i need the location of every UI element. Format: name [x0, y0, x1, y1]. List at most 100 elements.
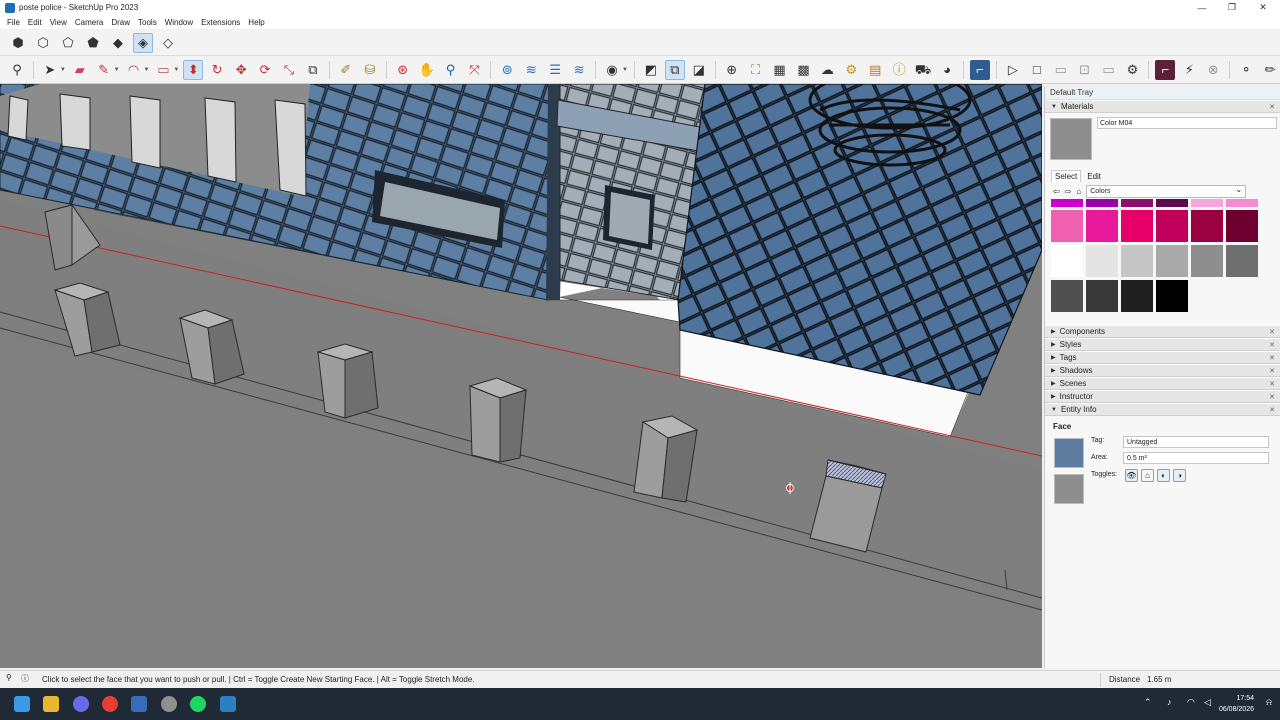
color-swatch[interactable]	[1086, 245, 1118, 277]
close-panel-icon[interactable]: ✕	[1269, 393, 1275, 401]
close-panel-icon[interactable]: ✕	[1269, 341, 1275, 349]
push-pull-icon[interactable]: ⬍	[183, 59, 204, 80]
cancel-circle-icon[interactable]: ⊗	[1203, 60, 1223, 80]
color-swatch[interactable]	[1226, 199, 1258, 207]
back-face-material-swatch[interactable]	[1054, 474, 1084, 504]
color-swatch[interactable]	[1191, 199, 1223, 207]
tab-select[interactable]: Select	[1051, 170, 1082, 182]
account-dropdown-icon[interactable]: ▼	[622, 67, 628, 73]
line-tool-icon[interactable]: ✎	[94, 60, 114, 80]
color-swatch[interactable]	[1156, 199, 1188, 207]
chevron-up-icon[interactable]: ⌃	[1144, 697, 1152, 708]
follow-me-icon[interactable]: ↻	[207, 60, 227, 80]
zoom-icon[interactable]: ⚲	[441, 60, 461, 80]
color-swatch[interactable]	[1121, 245, 1153, 277]
back-arrow-icon[interactable]: ⇦	[1053, 187, 1060, 196]
model-viewport[interactable]	[0, 84, 1042, 668]
extension-manager-icon[interactable]: ⚙	[841, 60, 861, 80]
app-icon[interactable]	[161, 696, 177, 712]
profile-builder-icon[interactable]: ⌐	[1155, 59, 1176, 80]
select-dropdown-icon[interactable]: ▼	[60, 67, 66, 73]
pencil-icon[interactable]: ✏	[1260, 60, 1280, 80]
lightbulb-icon[interactable]: ⚬	[1236, 60, 1256, 80]
color-swatch[interactable]	[1121, 210, 1153, 242]
shadows-panel-header[interactable]: ▶ Shadows ✕	[1045, 364, 1280, 377]
cloud-icon[interactable]: ☁	[817, 60, 837, 80]
color-swatch[interactable]	[1191, 245, 1223, 277]
color-swatch[interactable]	[1086, 210, 1118, 242]
color-swatch[interactable]	[1051, 280, 1083, 312]
components-panel-header[interactable]: ▶ Components ✕	[1045, 325, 1280, 338]
minimize-button[interactable]: —	[1186, 0, 1218, 15]
close-panel-icon[interactable]: ✕	[1269, 354, 1275, 362]
video-icon[interactable]: ▭	[1099, 60, 1119, 80]
color-swatch[interactable]	[1051, 245, 1083, 277]
eraser-icon[interactable]: ▰	[70, 60, 90, 80]
bottom-view-icon[interactable]: ◇	[158, 33, 178, 53]
camera-icon[interactable]: ⊡	[1075, 60, 1095, 80]
top-view-icon[interactable]: ⬡	[33, 33, 53, 53]
user-profile-icon[interactable]: ◕	[937, 60, 957, 80]
color-swatch[interactable]	[1051, 199, 1083, 207]
app-icon[interactable]	[131, 696, 147, 712]
tab-edit[interactable]: Edit	[1087, 172, 1101, 181]
front-face-material-swatch[interactable]	[1054, 438, 1084, 468]
zoom-extents-icon[interactable]: ⤧	[465, 60, 485, 80]
material-name-field[interactable]: Color M04	[1097, 117, 1277, 129]
color-swatch[interactable]	[1086, 280, 1118, 312]
tag-select[interactable]: Untagged	[1123, 436, 1269, 448]
entity-info-panel-header[interactable]: ▼ Entity Info ✕	[1045, 403, 1280, 416]
cast-shadows-toggle-icon[interactable]: ◐	[1157, 469, 1170, 482]
shape-dropdown-icon[interactable]: ▼	[173, 67, 179, 73]
stop-icon[interactable]: □	[1027, 60, 1047, 80]
tags-panel-header[interactable]: ▶ Tags ✕	[1045, 351, 1280, 364]
notification-bell-icon[interactable]: ⍾	[1266, 697, 1272, 708]
menu-view[interactable]: View	[46, 18, 71, 27]
receive-shadows-toggle-icon[interactable]: ◑	[1173, 469, 1186, 482]
rotate-tool-icon[interactable]: ⟳	[255, 60, 275, 80]
front-view-icon[interactable]: ⬠	[58, 33, 78, 53]
info-circle-icon[interactable]: ⓘ	[21, 673, 29, 684]
lock-toggle-icon[interactable]: ⌂	[1141, 469, 1154, 482]
close-panel-icon[interactable]: ✕	[1269, 103, 1275, 111]
close-panel-icon[interactable]: ✕	[1269, 328, 1275, 336]
warehouse-icon[interactable]: ⊚	[497, 60, 517, 80]
info-icon[interactable]: ⓘ	[889, 60, 909, 80]
close-panel-icon[interactable]: ✕	[1269, 367, 1275, 375]
extension-warehouse-icon[interactable]: ≋	[521, 60, 541, 80]
layers-stack-icon[interactable]: ☰	[545, 60, 565, 80]
play-icon[interactable]: ▷	[1003, 60, 1023, 80]
select-tool-icon[interactable]: ➤	[40, 60, 60, 80]
right-view-icon[interactable]: ⬟	[83, 33, 103, 53]
start-menu-icon[interactable]	[14, 696, 30, 712]
plugin-tool-icon[interactable]: ⌐	[969, 59, 990, 80]
maximize-button[interactable]: ❐	[1216, 0, 1248, 15]
geolocation-icon[interactable]: ⚲	[6, 673, 12, 682]
color-swatch[interactable]	[1051, 210, 1083, 242]
move-tool-icon[interactable]: ✥	[231, 60, 251, 80]
chrome-icon[interactable]	[102, 696, 118, 712]
library-select[interactable]: Colors	[1086, 184, 1247, 198]
section-cuts-icon[interactable]: ◪	[689, 60, 709, 80]
paint-bucket-icon[interactable]: ⛁	[360, 60, 380, 80]
menu-draw[interactable]: Draw	[107, 18, 134, 27]
scale-tool-icon[interactable]: ⤡	[279, 60, 299, 80]
clock[interactable]: 17:54 06/08/2026	[1219, 693, 1254, 715]
visibility-toggle-icon[interactable]: 👁	[1125, 469, 1138, 482]
record-icon[interactable]: ▭	[1051, 60, 1071, 80]
color-swatch[interactable]	[1086, 199, 1118, 207]
color-swatch[interactable]	[1156, 210, 1188, 242]
arc-tool-icon[interactable]: ◠	[124, 60, 144, 80]
materials-panel-header[interactable]: ▼ Materials ✕	[1045, 100, 1280, 113]
menu-camera[interactable]: Camera	[71, 18, 107, 27]
layout-send-icon[interactable]: ≋	[569, 60, 589, 80]
instructor-panel-header[interactable]: ▶ Instructor ✕	[1045, 390, 1280, 403]
search-icon[interactable]: ⚲	[7, 60, 27, 80]
forward-arrow-icon[interactable]: ⇨	[1065, 187, 1072, 196]
offset-tool-icon[interactable]: ⧉	[303, 60, 323, 80]
settings-icon[interactable]: ⚙	[1123, 60, 1143, 80]
color-swatch[interactable]	[1191, 210, 1223, 242]
menu-extensions[interactable]: Extensions	[197, 18, 244, 27]
menu-help[interactable]: Help	[244, 18, 268, 27]
photo-texture-icon[interactable]: ▦	[770, 60, 790, 80]
